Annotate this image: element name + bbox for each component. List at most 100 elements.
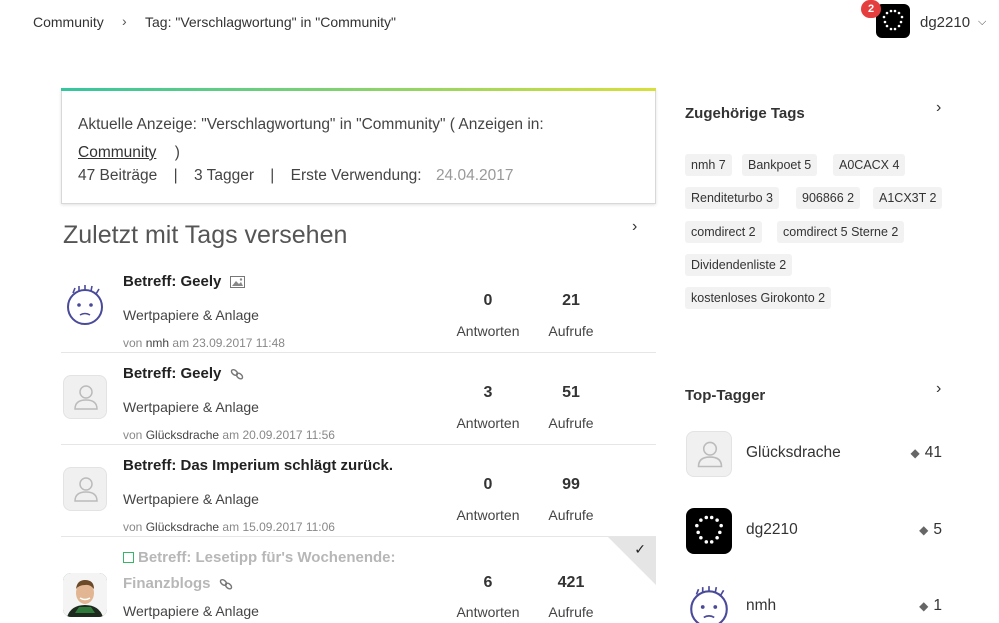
top-taggers-title: Top-Tagger	[685, 387, 766, 404]
post-board[interactable]: Wertpapiere & Anlage	[123, 603, 259, 619]
chevron-right-icon[interactable]: ›	[936, 380, 941, 398]
tag-chip[interactable]: A1CX3T 2	[873, 187, 943, 209]
post-board[interactable]: Wertpapiere & Anlage	[123, 491, 259, 507]
post-row[interactable]: Betreff: Das Imperium schlägt zurück. We…	[61, 445, 656, 537]
post-row[interactable]: Betreff: Geely Wertpapiere & Anlage von …	[61, 261, 656, 353]
post-row[interactable]: Betreff: Geely Wertpapiere & Anlage von …	[61, 353, 656, 445]
post-board[interactable]: Wertpapiere & Anlage	[123, 399, 259, 415]
avatar[interactable]	[63, 283, 107, 327]
tag-chip[interactable]: A0CACX 4	[833, 154, 906, 176]
post-author[interactable]: Glücksdrache	[146, 520, 219, 534]
user-icon	[697, 441, 723, 468]
divider: |	[270, 167, 275, 184]
link-icon	[219, 579, 232, 590]
tag-icon: ◆	[919, 523, 929, 537]
tag-chip[interactable]: 906866 2	[796, 187, 861, 209]
views-count: 21	[562, 292, 580, 309]
user-icon	[74, 477, 98, 502]
post-date: 15.09.2017 11:06	[242, 520, 335, 534]
post-meta: von Glücksdrache am 20.09.2017 11:56	[123, 428, 335, 442]
tag-info-box: Aktuelle Anzeige: "Verschlagwortung" in …	[61, 88, 656, 204]
top-bar: Community › Tag: "Verschlagwortung" in "…	[0, 0, 999, 48]
avatar[interactable]	[63, 467, 107, 511]
answers-count: 0	[483, 292, 493, 309]
tag-chip[interactable]: Renditeturbo 3	[685, 187, 780, 209]
tag-chip[interactable]: comdirect 2	[685, 221, 762, 243]
post-title[interactable]: Betreff: Das Imperium schlägt zurück.	[123, 457, 393, 474]
post-row-solved[interactable]: ✓ Betreff: Lesetipp für's Wochenende: Fi…	[61, 537, 656, 623]
person-photo-icon	[63, 573, 107, 617]
views-count: 51	[562, 384, 580, 401]
post-title[interactable]: Betreff: Lesetipp für's Wochenende: Fina…	[123, 549, 395, 602]
related-tags-title: Zugehörige Tags	[685, 105, 805, 122]
tag-chip[interactable]: Dividendenliste 2	[685, 254, 793, 276]
notification-badge[interactable]: 2	[861, 0, 881, 18]
tag-icon: ◆	[919, 599, 929, 613]
tag-chip[interactable]: kostenloses Girokonto 2	[685, 287, 832, 309]
post-meta: von Glücksdrache am 15.09.2017 11:06	[123, 520, 335, 534]
post-author[interactable]: Glücksdrache	[146, 428, 219, 442]
smile-dots-icon	[695, 515, 723, 544]
tagger-name[interactable]: dg2210	[746, 521, 798, 539]
tag-chip[interactable]: Bankpoet 5	[742, 154, 818, 176]
recent-tagged-title: Zuletzt mit Tags versehen	[63, 221, 348, 249]
accent-bar	[61, 88, 656, 91]
avatar[interactable]	[686, 584, 732, 623]
tagger-name[interactable]: nmh	[746, 597, 776, 615]
current-view-prefix: Aktuelle Anzeige: "Verschlagwortung" in …	[78, 116, 544, 133]
post-title[interactable]: Betreff: Geely	[123, 273, 245, 290]
avatar[interactable]	[63, 573, 107, 617]
solved-checkbox-icon	[123, 552, 134, 563]
answers-label: Antworten	[456, 507, 520, 523]
answers-label: Antworten	[456, 415, 520, 431]
chevron-right-icon[interactable]: ›	[632, 218, 637, 236]
answers-count: 0	[483, 476, 493, 493]
tag-icon: ◆	[910, 446, 920, 460]
tag-chip[interactable]: nmh 7	[685, 154, 732, 176]
avatar[interactable]	[686, 431, 732, 477]
breadcrumb-home[interactable]: Community	[33, 14, 104, 30]
tagger-tag-count: ◆ 1	[919, 597, 942, 614]
link-icon	[230, 369, 243, 380]
tag-stats: 47 Beiträge | 3 Tagger | Erste Verwendun…	[78, 167, 514, 185]
tagger-tag-count: ◆ 41	[910, 444, 942, 461]
post-board[interactable]: Wertpapiere & Anlage	[123, 307, 259, 323]
views-label: Aufrufe	[548, 604, 594, 620]
post-count: 47 Beiträge	[78, 167, 158, 184]
first-use-date: 24.04.2017	[435, 167, 514, 184]
face-doodle-icon	[690, 586, 728, 623]
post-meta: von nmh am 23.09.2017 11:48	[123, 336, 285, 350]
username[interactable]: dg2210	[920, 14, 970, 31]
answers-count: 3	[483, 384, 493, 401]
tag-chip[interactable]: comdirect 5 Sterne 2	[777, 221, 905, 243]
tagger-tag-count: ◆ 5	[919, 521, 942, 538]
avatar[interactable]	[686, 508, 732, 554]
tagger-name[interactable]: Glücksdrache	[746, 444, 841, 462]
post-author[interactable]: nmh	[146, 336, 169, 350]
current-view-suffix: )	[174, 144, 180, 161]
post-title[interactable]: Betreff: Geely	[123, 365, 244, 382]
tagger-count: 3 Tagger	[193, 167, 254, 184]
views-count: 99	[562, 476, 580, 493]
first-use-label: Erste Verwendung:	[290, 167, 422, 184]
chevron-right-icon[interactable]: ›	[936, 99, 941, 117]
chevron-down-icon[interactable]: ⌵	[978, 16, 986, 29]
tagger-item[interactable]: dg2210 ◆ 5	[686, 508, 956, 556]
answers-label: Antworten	[456, 604, 520, 620]
answers-label: Antworten	[456, 323, 520, 339]
user-icon	[74, 385, 98, 410]
post-date: 20.09.2017 11:56	[242, 428, 335, 442]
checkmark-icon: ✓	[634, 541, 646, 557]
tagger-item[interactable]: nmh ◆ 1	[686, 584, 956, 623]
current-view-text: Aktuelle Anzeige: "Verschlagwortung" in …	[78, 111, 638, 167]
avatar[interactable]	[63, 375, 107, 419]
divider: |	[173, 167, 178, 184]
view-in-link[interactable]: Community	[78, 144, 156, 161]
post-date: 23.09.2017 11:48	[192, 336, 285, 350]
views-count: 421	[557, 574, 585, 591]
tagger-item[interactable]: Glücksdrache ◆ 41	[686, 431, 956, 479]
user-avatar[interactable]	[876, 4, 910, 38]
breadcrumb-current: Tag: "Verschlagwortung" in "Community"	[145, 14, 396, 30]
image-icon	[229, 276, 245, 289]
views-label: Aufrufe	[548, 415, 594, 431]
